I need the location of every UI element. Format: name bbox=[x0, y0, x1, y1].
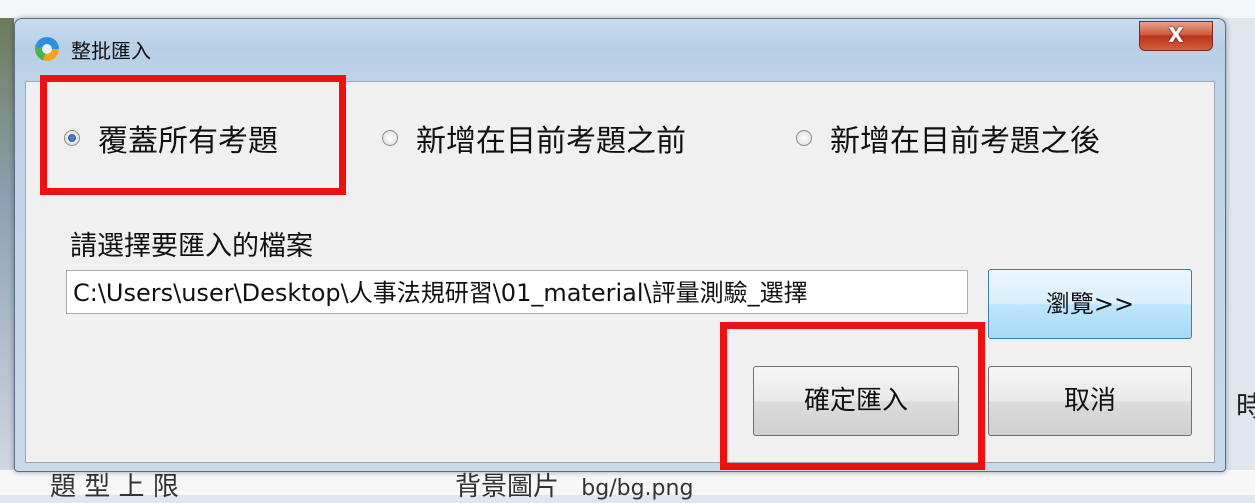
app-logo-icon bbox=[35, 37, 59, 61]
file-select-label: 請選擇要匯入的檔案 bbox=[70, 231, 313, 262]
close-button[interactable]: X bbox=[1139, 21, 1213, 51]
background-text-right: 時 bbox=[1236, 390, 1255, 423]
background-app-top bbox=[0, 0, 1255, 18]
file-path-input[interactable]: C:\Users\user\Desktop\人事法規研習\01_material… bbox=[66, 270, 968, 314]
titlebar[interactable]: 整批匯入 X bbox=[15, 19, 1225, 79]
radio-insert-before[interactable]: 新增在目前考題之前 bbox=[382, 116, 686, 160]
radio-unselected-icon[interactable] bbox=[382, 130, 398, 146]
radio-insert-after[interactable]: 新增在目前考題之後 bbox=[796, 116, 1100, 160]
highlight-box-confirm bbox=[720, 322, 985, 470]
radio-unselected-icon[interactable] bbox=[796, 130, 812, 146]
radio-insert-after-label: 新增在目前考題之後 bbox=[830, 124, 1100, 159]
highlight-box-overwrite bbox=[40, 75, 346, 195]
background-image-label: 背景圖片 bbox=[455, 472, 560, 502]
background-app-left-edge bbox=[0, 18, 14, 470]
background-image-value: bg/bg.png bbox=[581, 476, 694, 501]
window-title: 整批匯入 bbox=[71, 39, 151, 63]
radio-insert-before-label: 新增在目前考題之前 bbox=[416, 124, 686, 159]
cancel-button[interactable]: 取消 bbox=[988, 366, 1192, 436]
browse-button[interactable]: 瀏覽>> bbox=[988, 269, 1192, 339]
